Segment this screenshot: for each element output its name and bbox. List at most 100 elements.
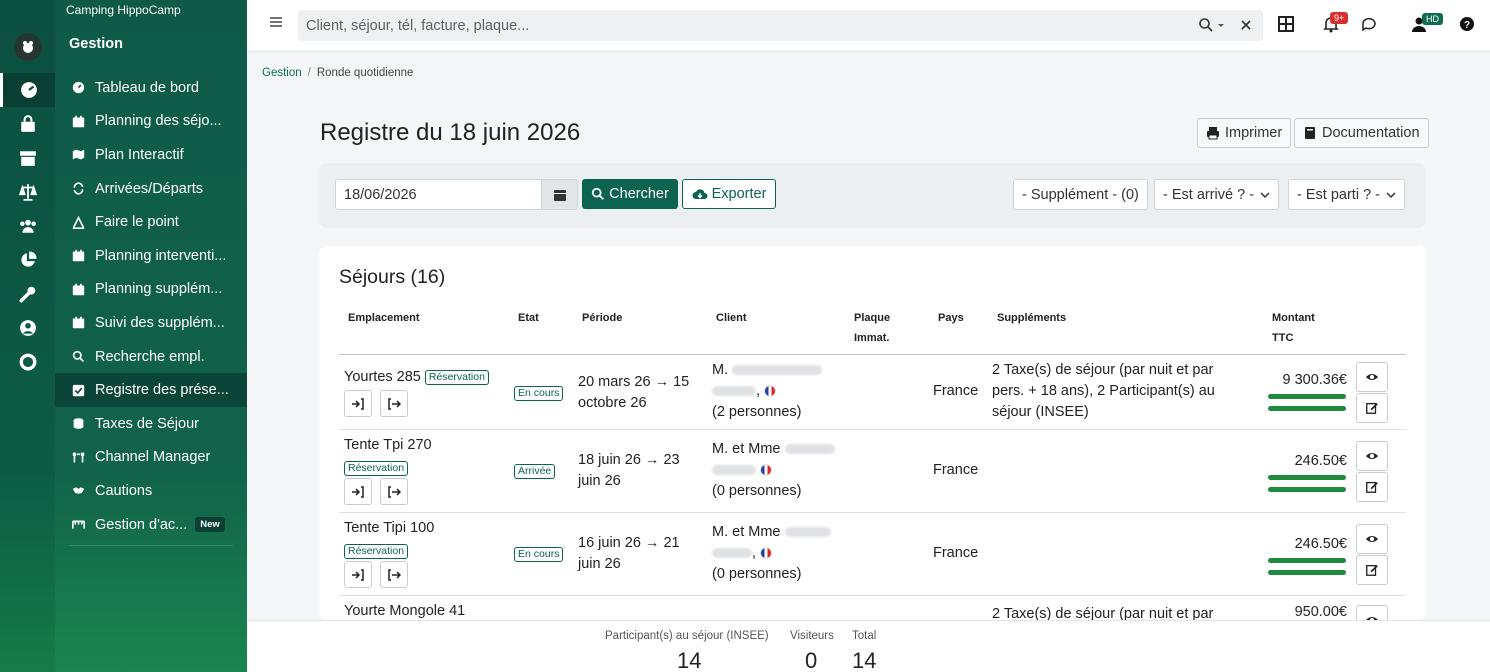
rail-chart-pie-icon[interactable] — [0, 243, 55, 277]
view-button[interactable] — [1356, 524, 1388, 554]
edit-button[interactable] — [1356, 555, 1388, 585]
sidebar-item-planning-supplements[interactable]: Planning supplém... — [55, 273, 247, 307]
rail-shop-icon[interactable] — [0, 107, 55, 141]
departed-filter-select[interactable]: - Est parti ? - — [1288, 179, 1405, 210]
gauge-icon — [70, 80, 86, 96]
checkin-button[interactable] — [344, 478, 372, 505]
edit-button[interactable] — [1356, 393, 1388, 423]
sidebar-item-planning-interventions[interactable]: Planning interventi... — [55, 239, 247, 273]
hamburger-menu-icon[interactable] — [269, 15, 283, 29]
chevron-down-icon — [1260, 191, 1270, 198]
date-field[interactable]: 18/06/2026 — [335, 179, 542, 210]
col-plaque[interactable]: Plaque Immat. — [854, 308, 890, 348]
redacted-name — [712, 465, 756, 476]
periode-cell: 20 mars 26 → 15 octobre 26 — [578, 374, 690, 411]
sidebar-item-cautions[interactable]: Cautions — [55, 474, 247, 508]
client-cell[interactable]: M. et Mme , (0 personnes) — [712, 522, 831, 585]
pays-cell: France — [933, 462, 979, 478]
calendar-button[interactable] — [541, 179, 578, 210]
rail-store-icon[interactable] — [0, 141, 55, 175]
edit-icon — [1366, 402, 1378, 414]
view-button[interactable] — [1356, 605, 1388, 620]
col-periode[interactable]: Période — [582, 308, 622, 328]
sidebar-item-recherche-empl[interactable]: Recherche empl. — [55, 340, 247, 374]
client-cell[interactable]: M. et Mme (0 personnes) — [712, 439, 835, 502]
sidebar-item-suivi-supplements[interactable]: Suivi des supplém... — [55, 306, 247, 340]
col-pays[interactable]: Pays — [938, 308, 964, 328]
col-montant[interactable]: Montant TTC — [1272, 308, 1315, 348]
sidebar-item-arrivees-departs[interactable]: Arrivées/Départs — [55, 172, 247, 206]
france-flag-icon — [760, 464, 773, 477]
sidebar-item-gestion-acces[interactable]: Gestion d'ac... New — [55, 508, 247, 542]
grid-icon[interactable] — [1277, 15, 1295, 33]
reservation-tag[interactable]: Réservation — [424, 369, 489, 385]
help-icon[interactable]: ? — [1459, 16, 1475, 32]
sidebar-divider — [69, 545, 233, 546]
chat-icon[interactable] — [1361, 15, 1379, 33]
rail-user-icon[interactable] — [0, 311, 55, 345]
france-flag-icon — [760, 547, 773, 560]
camp-logo-icon[interactable] — [13, 33, 42, 61]
arrived-filter-select[interactable]: - Est arrivé ? - — [1154, 179, 1280, 210]
clear-search-icon[interactable] — [1238, 17, 1254, 33]
reservation-tag[interactable]: Réservation — [344, 543, 409, 559]
sign-in-icon — [352, 568, 364, 581]
col-client[interactable]: Client — [716, 308, 747, 328]
checkout-button[interactable] — [380, 561, 408, 588]
sign-out-icon — [388, 568, 401, 581]
col-etat[interactable]: Etat — [518, 308, 539, 328]
search-input[interactable] — [298, 10, 1158, 41]
documentation-button[interactable]: Documentation — [1294, 118, 1429, 148]
sidebar-item-taxes-sejour[interactable]: Taxes de Séjour — [55, 407, 247, 441]
visiteurs-label: Visiteurs — [790, 630, 834, 642]
reservation-tag[interactable]: Réservation — [344, 460, 409, 476]
status-badge: En cours — [514, 386, 564, 401]
sidebar-item-plan-interactif[interactable]: Plan Interactif — [55, 138, 247, 172]
view-button[interactable] — [1356, 362, 1388, 392]
payment-progress-bar — [1268, 487, 1346, 492]
view-button[interactable] — [1356, 441, 1388, 471]
search-icon[interactable] — [1198, 17, 1214, 33]
breadcrumb-gestion-link[interactable]: Gestion — [262, 67, 302, 79]
caret-down-icon[interactable] — [1217, 17, 1225, 33]
edit-icon — [1366, 481, 1378, 493]
sidebar-item-channel-manager[interactable]: Channel Manager — [55, 441, 247, 475]
rail-balance-icon[interactable] — [0, 175, 55, 209]
eye-icon — [1365, 535, 1379, 543]
col-supplements[interactable]: Suppléments — [997, 308, 1066, 328]
print-button[interactable]: Imprimer — [1197, 118, 1292, 148]
search-button[interactable]: Chercher — [582, 179, 678, 209]
sidebar-item-faire-le-point[interactable]: Faire le point — [55, 205, 247, 239]
emplacement-cell: Yourte Mongole 41 — [344, 603, 466, 619]
pays-cell: France — [933, 383, 979, 399]
print-icon — [1207, 127, 1219, 140]
redacted-name — [712, 386, 756, 397]
rail-lifebuoy-icon[interactable] — [0, 345, 55, 379]
export-button[interactable]: Exporter — [682, 179, 776, 209]
cloud-download-icon — [692, 189, 708, 199]
checkout-button[interactable] — [380, 390, 408, 417]
montant-cell: 9 300.36€ — [1282, 372, 1347, 388]
redacted-name — [784, 527, 831, 538]
rail-users-icon[interactable] — [0, 209, 55, 243]
rail-dashboard-icon[interactable] — [0, 73, 55, 107]
rail-wrench-icon[interactable] — [0, 277, 55, 311]
sejours-card: Séjours (16) Emplacement Etat Période Cl… — [319, 246, 1426, 620]
eye-icon — [1365, 373, 1379, 381]
supplement-filter-select[interactable]: - Supplément - (0) — [1013, 179, 1148, 210]
sidebar-item-registre-presences[interactable]: Registre des prése... — [55, 373, 247, 407]
checkin-button[interactable] — [344, 390, 372, 417]
camping-name: Camping HippoCamp — [66, 3, 181, 17]
col-emplacement[interactable]: Emplacement — [348, 308, 420, 328]
checkout-button[interactable] — [380, 478, 408, 505]
global-search — [298, 10, 1263, 41]
handshake-icon — [70, 483, 86, 499]
sidebar-item-tableau-de-bord[interactable]: Tableau de bord — [55, 71, 247, 105]
breadcrumb: Gestion / Ronde quotidienne — [262, 67, 414, 79]
calendar-icon — [553, 189, 566, 201]
checkin-button[interactable] — [344, 561, 372, 588]
client-cell[interactable]: M. , (2 personnes) — [712, 360, 823, 423]
sidebar-item-planning-sejours[interactable]: Planning des séjo... — [55, 105, 247, 139]
payment-progress-bar — [1268, 394, 1346, 399]
edit-button[interactable] — [1356, 472, 1388, 502]
